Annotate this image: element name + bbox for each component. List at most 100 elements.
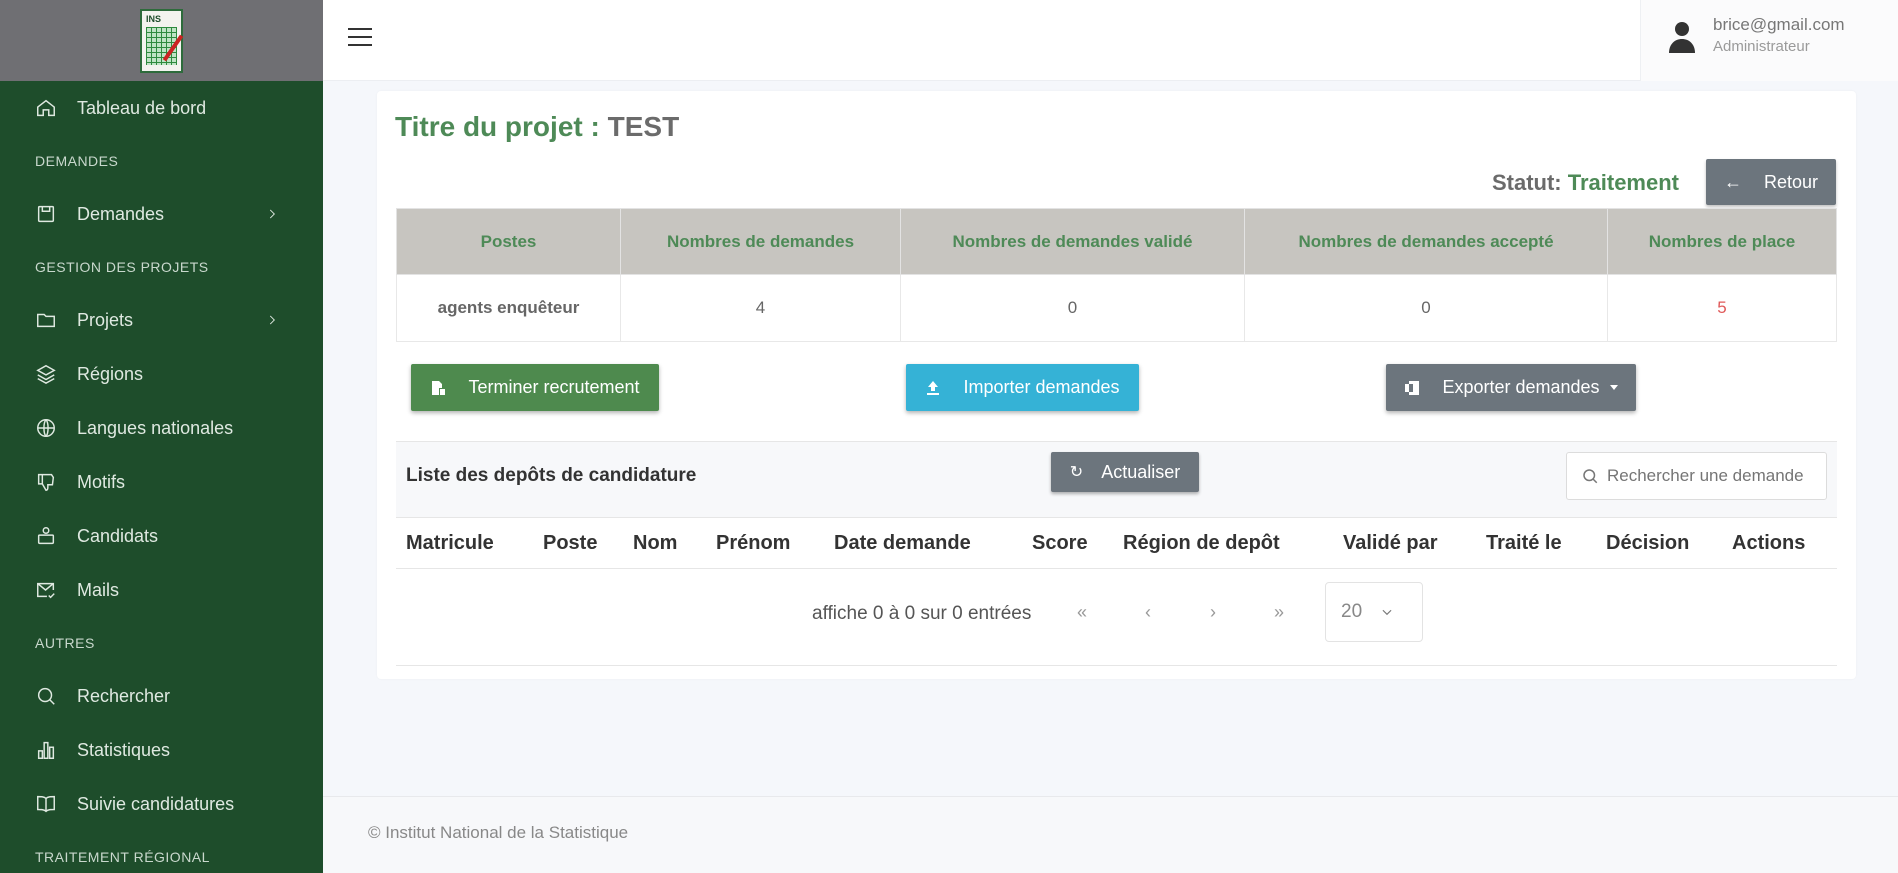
- stats-header-row: Postes Nombres de demandes Nombres de de…: [396, 208, 1837, 275]
- col-actions[interactable]: Actions: [1732, 532, 1805, 555]
- footer-copyright: © Institut National de la Statistique: [368, 823, 629, 842]
- logo[interactable]: INS: [140, 8, 184, 73]
- sidebar-item-demandes[interactable]: Demandes: [0, 187, 323, 241]
- upload-icon: [927, 380, 940, 395]
- finish-recruitment-button[interactable]: Terminer recrutement: [411, 364, 659, 411]
- sidebar-item-label: Demandes: [77, 203, 165, 224]
- sidebar-item-label: Statistiques: [77, 739, 171, 760]
- refresh-button[interactable]: ↻ Actualiser: [1051, 452, 1199, 492]
- import-requests-label: Importer demandes: [963, 377, 1120, 397]
- page-last-button[interactable]: »: [1267, 602, 1291, 623]
- col-traite-le[interactable]: Traité le: [1486, 532, 1562, 555]
- col-poste[interactable]: Poste: [543, 532, 597, 555]
- book-icon: [37, 795, 55, 813]
- sidebar-item-suivie-candidatures[interactable]: Suivie candidatures: [0, 777, 323, 831]
- chevron-right-icon: [269, 315, 275, 325]
- title-value: TEST: [607, 111, 680, 142]
- folder-icon: [37, 313, 55, 328]
- page-size-select[interactable]: 20: [1325, 582, 1423, 642]
- sidebar-item-label: Candidats: [77, 525, 159, 546]
- search-icon: [37, 687, 55, 705]
- footer: © Institut National de la Statistique: [323, 796, 1898, 873]
- col-date-demande[interactable]: Date demande: [834, 532, 971, 555]
- stats-cell-nb-demandes: 4: [620, 274, 901, 342]
- col-decision[interactable]: Décision: [1606, 532, 1689, 555]
- sidebar-item-label: Langues nationales: [77, 417, 234, 438]
- col-valide-par[interactable]: Validé par: [1343, 532, 1438, 555]
- sidebar: INS Tableau de bord DEMANDES Demandes GE…: [0, 0, 323, 873]
- finish-recruitment-label: Terminer recrutement: [468, 377, 640, 397]
- pagination: affiche 0 à 0 sur 0 entrées « ‹ › » 20: [396, 570, 1837, 666]
- sidebar-section-traitement-regional: TRAITEMENT RÉGIONAL: [35, 849, 210, 865]
- sidebar-item-motifs[interactable]: Motifs: [0, 455, 323, 509]
- stats-header-nb-validees: Nombres de demandes validé: [900, 208, 1245, 275]
- menu-toggle-icon[interactable]: [348, 28, 372, 48]
- page-first-button[interactable]: «: [1070, 602, 1094, 623]
- user-role: Administrateur: [1713, 38, 1810, 55]
- top-header: brice@gmail.com Administrateur: [323, 0, 1898, 81]
- sidebar-item-label: Suivie candidatures: [77, 793, 235, 814]
- refresh-button-label: Actualiser: [1101, 461, 1181, 482]
- stats-header-nb-demandes: Nombres de demandes: [620, 208, 901, 275]
- import-requests-button[interactable]: Importer demandes: [906, 364, 1139, 411]
- stats-cell-nb-places: 5: [1607, 274, 1837, 342]
- stats-cell-poste: agents enquêteur: [396, 274, 621, 342]
- user-email: brice@gmail.com: [1713, 15, 1845, 34]
- file-excel-icon: [1405, 380, 1420, 395]
- sidebar-item-mails[interactable]: Mails: [0, 563, 323, 617]
- sidebar-item-langues[interactable]: Langues nationales: [0, 401, 323, 455]
- sidebar-item-label: Motifs: [77, 471, 126, 492]
- sidebar-item-label: Régions: [77, 363, 144, 384]
- export-requests-label: Exporter demandes: [1442, 377, 1600, 397]
- pagination-info: affiche 0 à 0 sur 0 entrées: [812, 603, 1032, 624]
- sidebar-item-candidats[interactable]: Candidats: [0, 509, 323, 563]
- stats-header-postes: Postes: [396, 208, 621, 275]
- col-matricule[interactable]: Matricule: [406, 532, 494, 555]
- sidebar-item-regions[interactable]: Régions: [0, 347, 323, 401]
- applications-title: Liste des depôts de candidature: [406, 465, 697, 486]
- user-menu[interactable]: brice@gmail.com Administrateur: [1640, 0, 1898, 81]
- col-region-depot[interactable]: Région de depôt: [1123, 532, 1280, 555]
- stats-header-nb-places: Nombres de place: [1607, 208, 1837, 275]
- search-icon: [1583, 469, 1598, 484]
- page-next-button[interactable]: ›: [1201, 602, 1225, 623]
- stats-header-nb-acceptees: Nombres de demandes accepté: [1244, 208, 1608, 275]
- briefcase-user-icon: [37, 527, 55, 545]
- status-label: Statut:: [1491, 170, 1568, 195]
- col-score[interactable]: Score: [1032, 532, 1088, 555]
- sidebar-item-rechercher[interactable]: Rechercher: [0, 669, 323, 723]
- back-button-label: Retour: [1763, 171, 1819, 192]
- sidebar-item-label: Mails: [77, 579, 120, 600]
- search-input[interactable]: [1607, 466, 1807, 486]
- applications-panel-header: Liste des depôts de candidature ↻ Actual…: [396, 442, 1837, 518]
- chevron-right-icon: [269, 209, 275, 219]
- project-card: Titre du projet : TEST Statut: Traitemen…: [377, 91, 1856, 679]
- layers-icon: [36, 364, 56, 385]
- logo-area: INS: [0, 0, 323, 81]
- col-nom[interactable]: Nom: [633, 532, 677, 555]
- file-lock-icon: [432, 380, 446, 395]
- applications-table-header: Matricule Poste Nom Prénom Date demande …: [396, 518, 1837, 569]
- sidebar-item-statistiques[interactable]: Statistiques: [0, 723, 323, 777]
- sidebar-item-projets[interactable]: Projets: [0, 293, 323, 347]
- sidebar-item-label: Tableau de bord: [77, 97, 207, 118]
- applications-panel: Liste des depôts de candidature ↻ Actual…: [396, 441, 1837, 666]
- export-requests-button[interactable]: Exporter demandes: [1386, 364, 1636, 411]
- page-prev-button[interactable]: ‹: [1136, 602, 1160, 623]
- stats-cell-nb-acceptees: 0: [1244, 274, 1608, 342]
- user-avatar-icon: [1669, 22, 1695, 53]
- stats-table: Postes Nombres de demandes Nombres de de…: [396, 208, 1837, 342]
- search-box: [1566, 452, 1827, 500]
- page-size-value: 20: [1341, 601, 1363, 622]
- back-button[interactable]: ← Retour: [1706, 159, 1836, 205]
- sidebar-item-tableau-de-bord[interactable]: Tableau de bord: [0, 81, 323, 135]
- globe-icon: [37, 419, 55, 437]
- thumbs-down-icon: [37, 473, 55, 491]
- status-value: Traitement: [1567, 170, 1679, 195]
- mail-check-icon: [37, 582, 55, 599]
- chevron-down-icon: [1382, 609, 1392, 616]
- sidebar-item-label: Rechercher: [77, 685, 171, 706]
- page-title: Titre du projet : TEST: [395, 111, 679, 143]
- sidebar-item-label: Projets: [77, 309, 134, 330]
- col-prenom[interactable]: Prénom: [716, 532, 790, 555]
